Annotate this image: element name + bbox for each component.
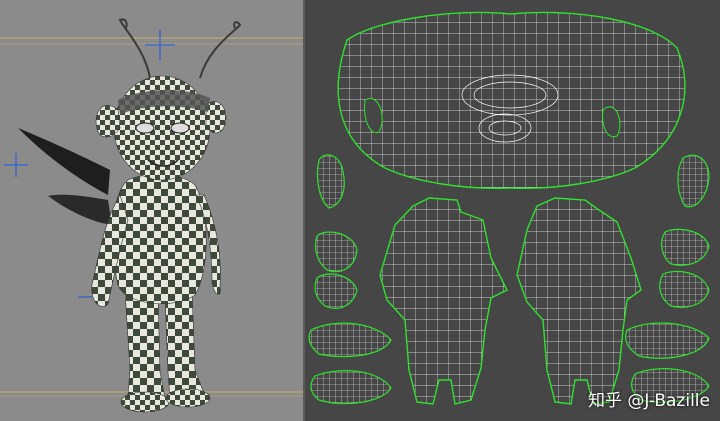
foot-uv-shell-left-1 [308, 322, 392, 358]
hand-uv-shell-right-1 [661, 228, 710, 266]
ear-uv-shell-right [677, 154, 710, 208]
ear-uv-shell-left [316, 154, 345, 209]
uv-layout-wireframe [308, 11, 710, 405]
foot-uv-shell-left-2 [310, 370, 392, 405]
character-model-render [0, 18, 303, 413]
app-window: 知乎 @J-Bazille [0, 0, 720, 421]
hand-uv-shell-left-1 [314, 231, 358, 273]
head-uv-shell [337, 11, 686, 189]
hand-uv-shell-right-2 [659, 270, 710, 308]
3d-viewport[interactable] [0, 0, 303, 421]
watermark-text: 知乎 @J-Bazille [588, 391, 710, 411]
body-front-uv-shell [379, 197, 508, 405]
foot-uv-shell-right-1 [624, 322, 710, 359]
uv-editor[interactable]: 知乎 @J-Bazille [305, 0, 720, 421]
hand-uv-shell-left-2 [314, 273, 358, 309]
body-back-uv-shell [516, 197, 642, 405]
